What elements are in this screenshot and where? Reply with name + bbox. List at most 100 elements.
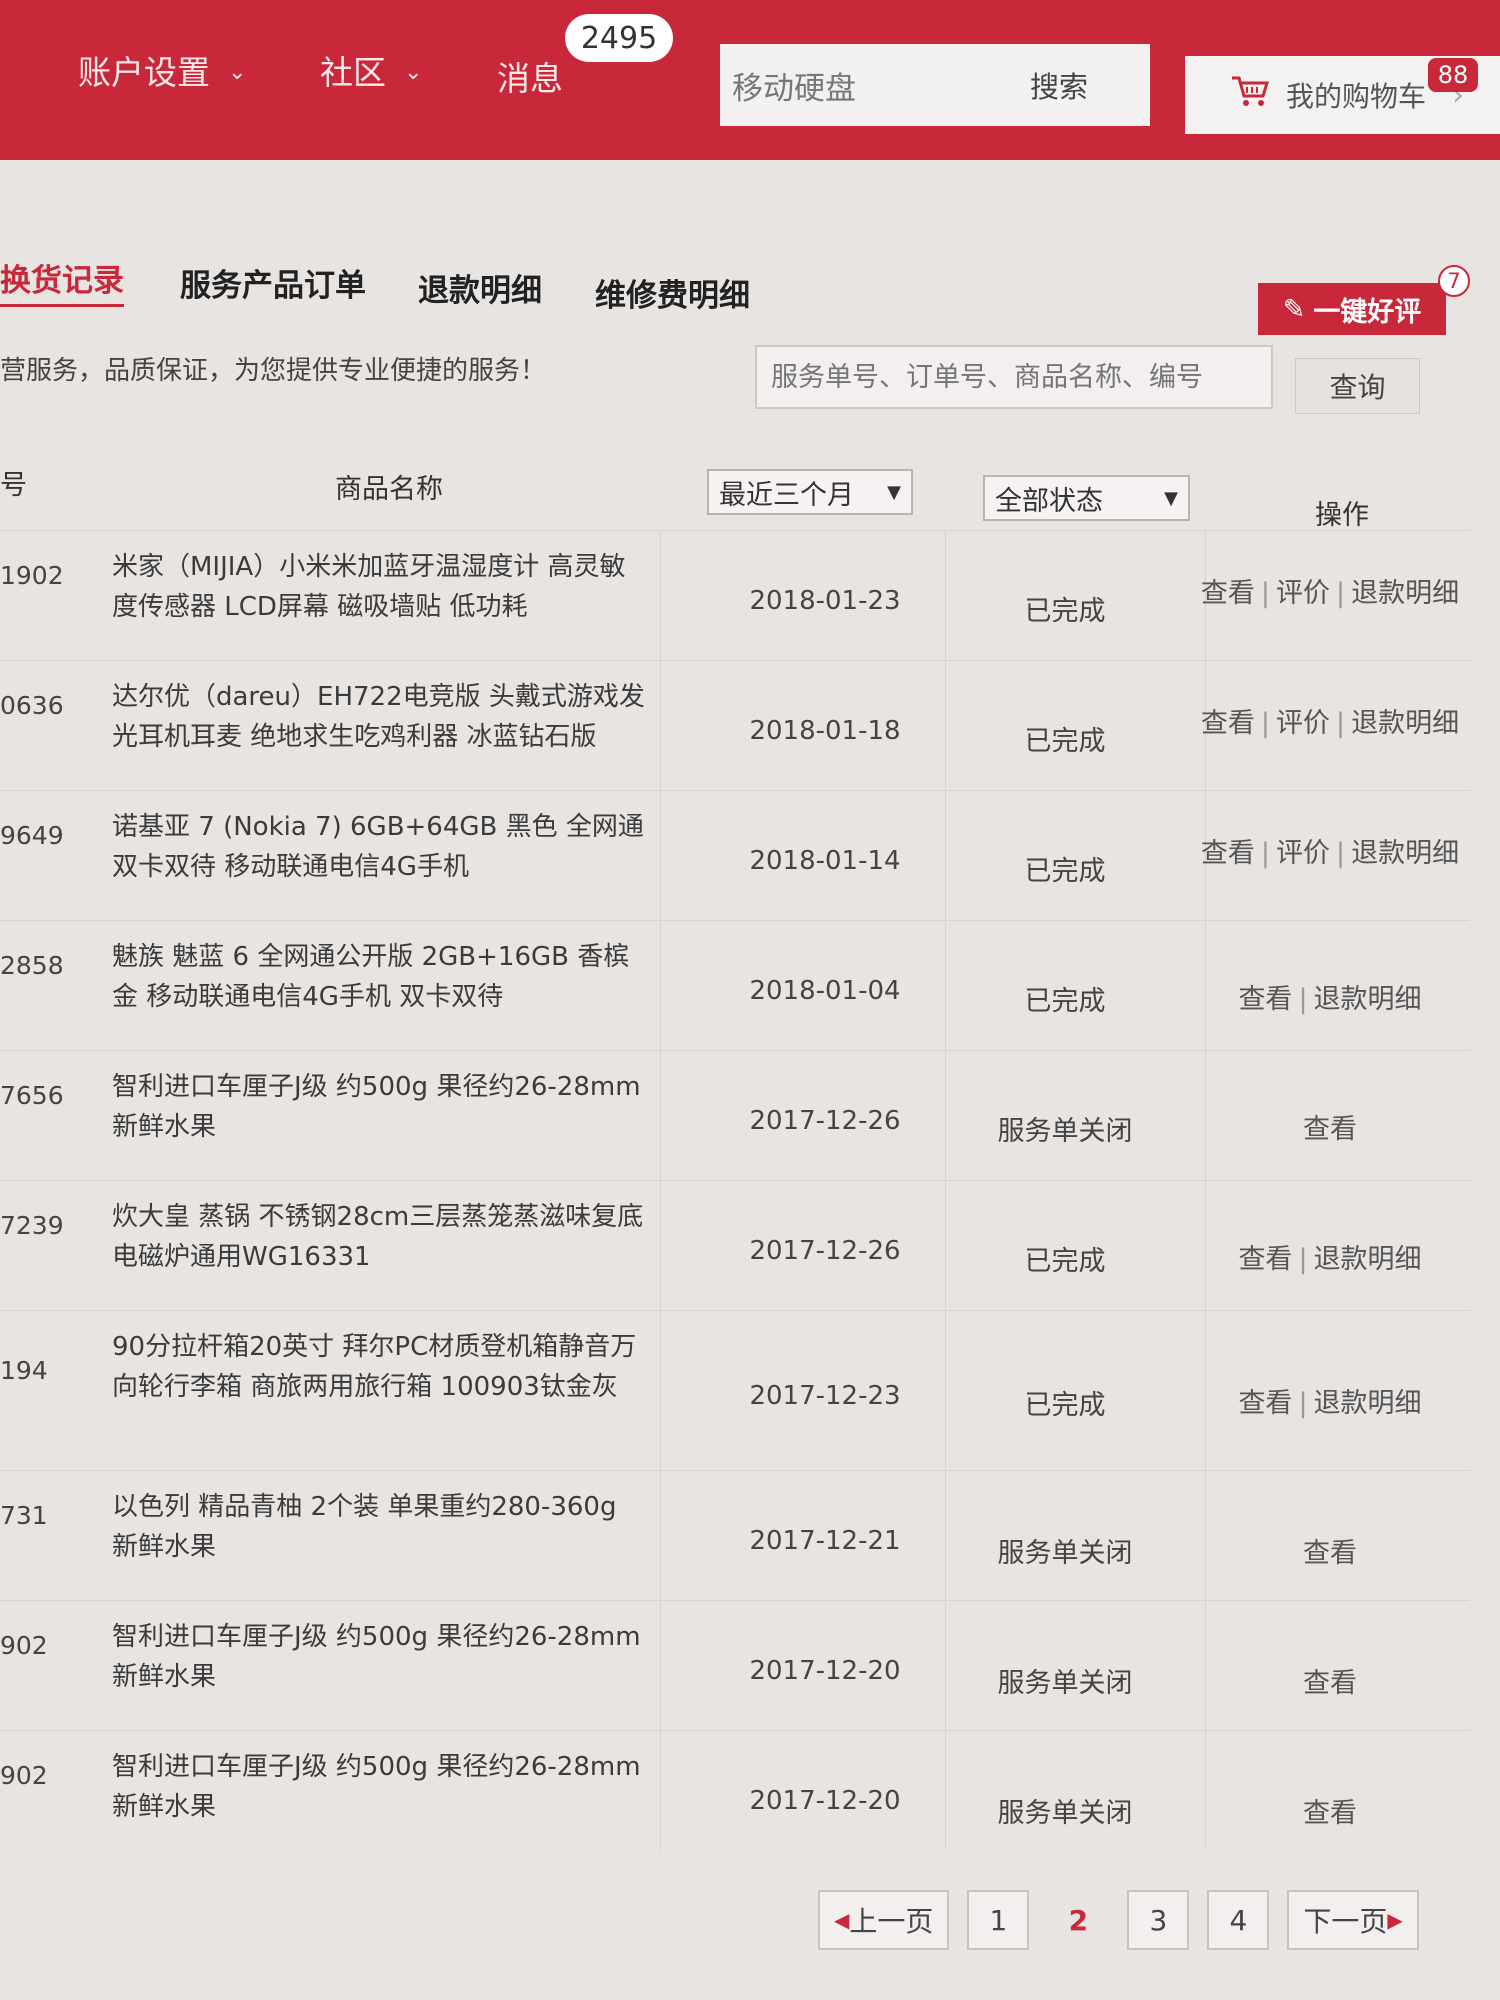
tab-repair-fee-details[interactable]: 维修费明细 <box>595 270 750 315</box>
tab-service-orders[interactable]: 服务产品订单 <box>180 260 366 305</box>
page-1-button[interactable]: 1 <box>967 1890 1030 1950</box>
status-filter-select[interactable]: 全部状态 ▼ <box>983 475 1190 521</box>
row-actions: 查看 | 退款明细 <box>1238 1388 1422 1419</box>
search-button[interactable]: 搜索 <box>1030 64 1088 106</box>
order-table: 1902 米家（MIJIA）小米米加蓝牙温湿度计 高灵敏度传感器 LCD屏幕 磁… <box>0 530 1470 1860</box>
nav-account-settings-label: 账户设置 <box>78 53 210 92</box>
row-actions: 查看 <box>1200 1533 1460 1575</box>
status-filter-value: 全部状态 <box>995 485 1103 517</box>
caret-left-icon: ◀ <box>834 1908 850 1932</box>
refund-detail-link[interactable]: 退款明细 <box>1351 838 1459 869</box>
view-link[interactable]: 查看 <box>1238 1388 1292 1419</box>
view-link[interactable]: 查看 <box>1201 838 1255 869</box>
product-name-link[interactable]: 炊大皇 蒸锅 不锈钢28cm三层蒸笼蒸滋味复底电磁炉通用WG16331 <box>112 1197 647 1277</box>
cart-icon <box>1230 74 1270 117</box>
search-input[interactable] <box>720 67 1020 103</box>
view-link[interactable]: 查看 <box>1303 1668 1357 1699</box>
header-search: 搜索 <box>720 44 1150 126</box>
date-filter-select[interactable]: 最近三个月 ▼ <box>707 469 913 515</box>
table-row: 194 90分拉杆箱20英寸 拜尔PC材质登机箱静音万向轮行李箱 商旅两用旅行箱… <box>0 1310 1470 1470</box>
row-id: 194 <box>0 1356 48 1385</box>
date-filter-value: 最近三个月 <box>719 479 854 511</box>
page-2-current: 2 <box>1068 1903 1089 1937</box>
row-date: 2017-12-23 <box>749 1381 901 1411</box>
header-id: 号 <box>0 470 27 501</box>
tab-refund-details[interactable]: 退款明细 <box>418 265 542 310</box>
row-id: 7239 <box>0 1211 64 1240</box>
view-link[interactable]: 查看 <box>1303 1538 1357 1569</box>
view-link[interactable]: 查看 <box>1303 1798 1357 1829</box>
table-header: 号 商品名称 最近三个月 ▼ 全部状态 ▼ 操作 <box>0 455 1500 531</box>
prev-page-label: 上一页 <box>849 1905 934 1938</box>
table-row: 1902 米家（MIJIA）小米米加蓝牙温湿度计 高灵敏度传感器 LCD屏幕 磁… <box>0 530 1470 660</box>
row-actions: 查看 | 退款明细 <box>1238 1244 1422 1275</box>
prev-page-button[interactable]: ◀ 上一页 <box>818 1890 950 1950</box>
page-3-button[interactable]: 3 <box>1127 1890 1190 1950</box>
product-name-link[interactable]: 诺基亚 7 (Nokia 7) 6GB+64GB 黑色 全网通 双卡双待 移动联… <box>112 807 647 887</box>
row-status: 已完成 <box>1024 596 1106 627</box>
page-4-button[interactable]: 4 <box>1207 1890 1270 1950</box>
product-name-link[interactable]: 达尔优（dareu）EH722电竞版 头戴式游戏发光耳机耳麦 绝地求生吃鸡利器 … <box>112 677 647 757</box>
refund-detail-link[interactable]: 退款明细 <box>1351 578 1459 609</box>
row-status: 已完成 <box>1024 1246 1106 1277</box>
view-link[interactable]: 查看 <box>1303 1114 1357 1145</box>
chevron-down-icon: ⌄ <box>228 59 247 85</box>
product-name-link[interactable]: 米家（MIJIA）小米米加蓝牙温湿度计 高灵敏度传感器 LCD屏幕 磁吸墙贴 低… <box>112 547 647 627</box>
view-link[interactable]: 查看 <box>1238 984 1292 1015</box>
chevron-down-icon: ⌄ <box>404 59 423 85</box>
row-date: 2017-12-26 <box>749 1236 901 1266</box>
order-search-box <box>755 345 1273 409</box>
row-date: 2018-01-18 <box>749 716 901 746</box>
refund-detail-link[interactable]: 退款明细 <box>1314 1388 1422 1419</box>
table-row: 9649 诺基亚 7 (Nokia 7) 6GB+64GB 黑色 全网通 双卡双… <box>0 790 1470 920</box>
cart-count-badge: 88 <box>1428 58 1478 92</box>
nav-account-settings[interactable]: 账户设置 ⌄ <box>78 46 246 94</box>
product-name-link[interactable]: 魅族 魅蓝 6 全网通公开版 2GB+16GB 香槟金 移动联通电信4G手机 双… <box>112 937 647 1017</box>
row-date: 2017-12-20 <box>749 1786 901 1816</box>
row-actions: 查看 | 评价 | 退款明细 <box>1200 838 1460 869</box>
row-id: 1902 <box>0 561 64 590</box>
row-status: 已完成 <box>1024 726 1106 757</box>
row-actions: 查看 | 退款明细 <box>1238 984 1422 1015</box>
header-ops: 操作 <box>1315 500 1369 531</box>
product-name-link[interactable]: 智利进口车厘子J级 约500g 果径约26-28mm 新鲜水果 <box>112 1747 647 1827</box>
row-id: 9649 <box>0 821 64 850</box>
view-link[interactable]: 查看 <box>1238 1244 1292 1275</box>
table-row: 902 智利进口车厘子J级 约500g 果径约26-28mm 新鲜水果 2017… <box>0 1730 1470 1860</box>
product-name-link[interactable]: 智利进口车厘子J级 约500g 果径约26-28mm 新鲜水果 <box>112 1617 647 1697</box>
dropdown-arrow-icon: ▼ <box>1164 487 1178 509</box>
view-link[interactable]: 查看 <box>1201 708 1255 739</box>
row-date: 2017-12-21 <box>749 1526 901 1556</box>
refund-detail-link[interactable]: 退款明细 <box>1314 1244 1422 1275</box>
review-link[interactable]: 评价 <box>1276 578 1330 609</box>
view-link[interactable]: 查看 <box>1201 578 1255 609</box>
nav-community-label: 社区 <box>320 53 386 92</box>
table-row: 902 智利进口车厘子J级 约500g 果径约26-28mm 新鲜水果 2017… <box>0 1600 1470 1730</box>
product-name-link[interactable]: 以色列 精品青柚 2个装 单果重约280-360g 新鲜水果 <box>112 1487 647 1567</box>
row-status: 服务单关闭 <box>997 1116 1133 1147</box>
order-search-input[interactable] <box>757 347 1271 407</box>
nav-community[interactable]: 社区 ⌄ <box>320 46 422 94</box>
one-click-review-label: 一键好评 <box>1313 296 1422 328</box>
one-click-review-button[interactable]: ✎ 一键好评 <box>1258 283 1446 335</box>
row-status: 已完成 <box>1024 986 1106 1017</box>
product-name-link[interactable]: 90分拉杆箱20英寸 拜尔PC材质登机箱静音万向轮行李箱 商旅两用旅行箱 100… <box>112 1327 647 1407</box>
refund-detail-link[interactable]: 退款明细 <box>1314 984 1422 1015</box>
review-count-badge: 7 <box>1438 265 1470 297</box>
table-row: 7656 智利进口车厘子J级 约500g 果径约26-28mm 新鲜水果 201… <box>0 1050 1470 1180</box>
nav-messages[interactable]: 消息 <box>497 52 563 100</box>
row-date: 2018-01-04 <box>749 976 901 1006</box>
row-id: 0636 <box>0 691 64 720</box>
next-page-label: 下一页 <box>1303 1905 1388 1938</box>
refund-detail-link[interactable]: 退款明细 <box>1351 708 1459 739</box>
review-link[interactable]: 评价 <box>1276 708 1330 739</box>
tab-exchange-records[interactable]: 换货记录 <box>0 255 124 307</box>
row-id: 731 <box>0 1501 48 1530</box>
review-link[interactable]: 评价 <box>1276 838 1330 869</box>
product-name-link[interactable]: 智利进口车厘子J级 约500g 果径约26-28mm 新鲜水果 <box>112 1067 647 1147</box>
header-name: 商品名称 <box>335 474 443 505</box>
row-status: 服务单关闭 <box>997 1668 1133 1699</box>
service-slogan: 营服务，品质保证，为您提供专业便捷的服务！ <box>0 356 547 386</box>
query-button[interactable]: 查询 <box>1295 358 1420 414</box>
next-page-button[interactable]: 下一页 ▶ <box>1287 1890 1419 1950</box>
